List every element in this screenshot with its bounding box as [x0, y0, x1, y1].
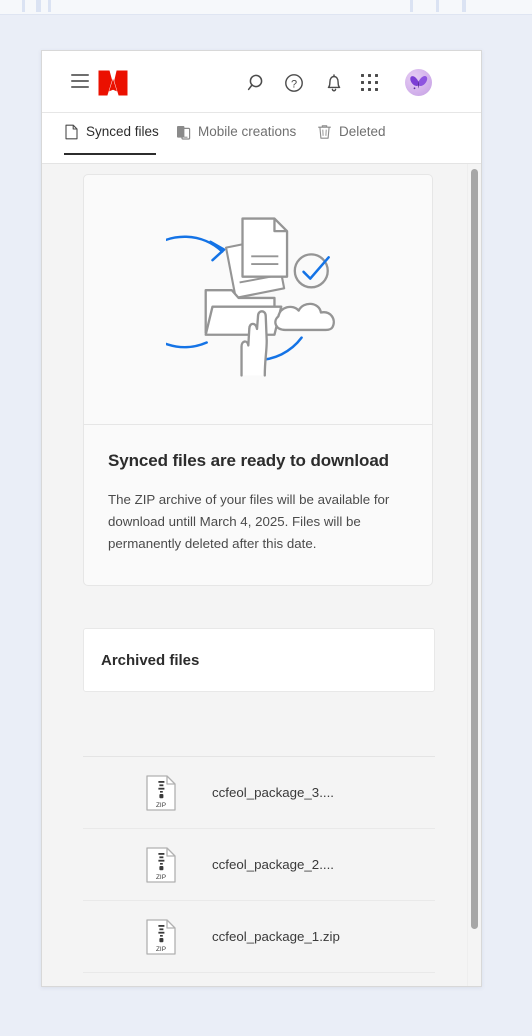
chrome-tick	[436, 0, 439, 12]
file-list-item[interactable]: ZIP ccfeol_package_1.zip	[83, 901, 435, 973]
archived-files-title: Archived files	[101, 651, 200, 669]
tab-label: Synced files	[86, 124, 159, 139]
file-list-item[interactable]: ZIP ccfeol_package_3....	[83, 757, 435, 829]
hero-card: Synced files are ready to download The Z…	[83, 174, 433, 586]
document-icon	[64, 124, 79, 140]
tab-label: Mobile creations	[198, 124, 297, 139]
apps-grid-icon[interactable]	[361, 74, 379, 92]
avatar[interactable]	[405, 69, 432, 96]
archived-files-card: Archived files	[83, 628, 435, 692]
app-window: ? Synced files Mobile creations Deleted …	[41, 50, 482, 987]
content-scroll-area: Synced files are ready to download The Z…	[42, 164, 481, 986]
browser-chrome-strip	[0, 0, 532, 15]
mobile-devices-icon	[176, 124, 191, 140]
file-name: ccfeol_package_3....	[212, 785, 334, 800]
svg-text:?: ?	[291, 78, 297, 90]
zip-file-icon: ZIP	[144, 774, 178, 812]
file-name: ccfeol_package_2....	[212, 857, 334, 872]
zip-file-icon: ZIP	[144, 846, 178, 884]
help-icon[interactable]: ?	[283, 72, 305, 94]
chrome-tick	[22, 0, 25, 12]
chrome-tick	[48, 0, 51, 12]
svg-text:ZIP: ZIP	[156, 802, 166, 809]
app-header: ?	[42, 51, 481, 113]
hero-body-text: The ZIP archive of your files will be av…	[108, 492, 390, 551]
tab-deleted[interactable]: Deleted	[317, 123, 386, 161]
zip-file-icon: ZIP	[144, 918, 178, 956]
chrome-tick	[462, 0, 466, 12]
hero-title: Synced files are ready to download	[108, 451, 389, 470]
sync-documents-cloud-illustration	[128, 205, 350, 394]
file-name: ccfeol_package_1.zip	[212, 929, 340, 944]
tab-bar: Synced files Mobile creations Deleted	[42, 113, 481, 164]
tab-label: Deleted	[339, 124, 386, 139]
chrome-tick	[410, 0, 413, 12]
hamburger-icon[interactable]	[71, 74, 89, 88]
bell-icon[interactable]	[323, 72, 345, 94]
adobe-logo[interactable]	[98, 70, 128, 96]
hero-illustration-area	[84, 175, 432, 425]
chrome-tick	[36, 0, 41, 12]
vertical-scrollbar-thumb[interactable]	[471, 169, 478, 929]
vertical-scrollbar-track[interactable]	[467, 164, 481, 986]
file-list-item[interactable]: ZIP ccfeol_package_2....	[83, 829, 435, 901]
active-tab-underline	[64, 153, 156, 155]
tab-synced-files[interactable]: Synced files	[64, 123, 159, 161]
search-icon[interactable]	[246, 72, 268, 94]
tab-mobile-creations[interactable]: Mobile creations	[176, 123, 296, 161]
trash-icon	[317, 124, 332, 140]
svg-text:ZIP: ZIP	[156, 946, 166, 953]
file-list: ZIP ccfeol_package_3.... ZIP ccfeol_pack…	[83, 756, 435, 973]
svg-text:ZIP: ZIP	[156, 874, 166, 881]
hero-text-area: Synced files are ready to download The Z…	[84, 425, 432, 585]
